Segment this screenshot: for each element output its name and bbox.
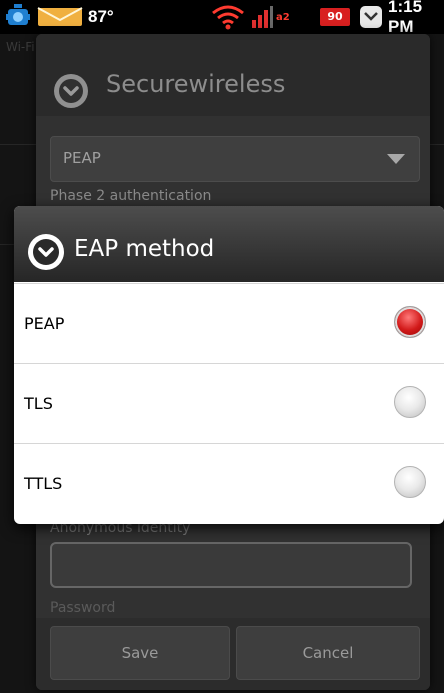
battery-icon: 90 (320, 0, 350, 34)
message-icon[interactable] (358, 0, 384, 34)
save-button[interactable]: Save (50, 626, 230, 680)
signal-badge: a2 (276, 11, 290, 23)
anonymous-identity-input[interactable] (50, 542, 412, 588)
eap-method-dialog: EAP method PEAP TLS TTLS (14, 206, 444, 524)
envelope-icon[interactable] (36, 0, 84, 34)
status-bar: 87° a2 90 1:15 PM (0, 0, 444, 36)
eap-method-spinner[interactable]: PEAP (50, 136, 420, 182)
temperature-text: 87° (88, 7, 114, 26)
radio-unselected-icon[interactable] (394, 386, 426, 418)
eap-spinner-value: PEAP (63, 149, 101, 167)
eap-dialog-title: EAP method (74, 236, 215, 262)
network-dialog-header: Securewireless (36, 34, 430, 116)
network-dialog-title: Securewireless (106, 70, 286, 98)
signal-icon (250, 0, 274, 34)
eap-option-label: TLS (24, 394, 53, 413)
spinner-caret-icon (387, 154, 405, 164)
cancel-button[interactable]: Cancel (236, 626, 420, 680)
chevron-circle-icon (54, 74, 88, 108)
eap-dialog-header: EAP method (14, 206, 444, 282)
password-label: Password (50, 600, 116, 616)
eap-option-tls[interactable]: TLS (14, 363, 444, 443)
eap-option-peap[interactable]: PEAP (14, 283, 444, 363)
dialog-button-bar: Save Cancel (36, 618, 430, 690)
wifi-icon (210, 0, 246, 34)
android-notification-icon[interactable] (4, 0, 40, 34)
phase2-label: Phase 2 authentication (50, 188, 212, 204)
battery-level-text: 90 (320, 8, 350, 26)
radio-unselected-icon[interactable] (394, 466, 426, 498)
chevron-circle-icon (28, 234, 64, 270)
eap-option-label: TTLS (24, 474, 63, 493)
clock-text: 1:15 PM (388, 0, 423, 36)
eap-option-label: PEAP (24, 314, 65, 333)
radio-selected-icon[interactable] (394, 306, 426, 338)
eap-option-ttls[interactable]: TTLS (14, 443, 444, 523)
